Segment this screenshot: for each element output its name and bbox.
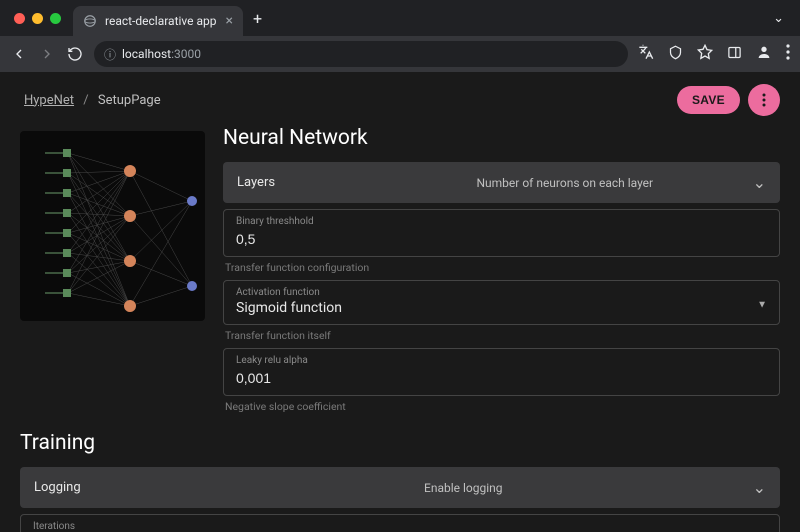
transfer-itself-helper: Transfer function itself <box>225 329 780 342</box>
page-content: HypeNet / SetupPage SAVE <box>0 72 800 532</box>
activation-function-value: Sigmoid function <box>236 300 767 316</box>
breadcrumb-current: SetupPage <box>98 93 161 108</box>
window-minimize-icon[interactable] <box>32 13 43 24</box>
activation-function-field[interactable]: Activation function Sigmoid function ▼ <box>223 280 780 325</box>
site-info-icon[interactable]: ⓘ <box>104 46 116 63</box>
window-traffic-lights <box>14 13 61 24</box>
chrome-menu-icon[interactable] <box>786 44 790 64</box>
neural-network-diagram <box>20 131 205 321</box>
new-tab-button[interactable]: + <box>253 9 262 28</box>
logging-panel-header[interactable]: Logging Enable logging ⌄ <box>20 467 780 508</box>
tab-title: react-declarative app <box>105 14 218 28</box>
transfer-config-helper: Transfer function configuration <box>225 261 780 274</box>
breadcrumb-root-link[interactable]: HypeNet <box>24 93 74 108</box>
leaky-alpha-input[interactable] <box>236 370 767 386</box>
nav-forward-icon[interactable] <box>38 45 56 63</box>
url-text: localhost:3000 <box>122 47 201 61</box>
address-bar[interactable]: ⓘ localhost:3000 <box>94 41 628 67</box>
bookmark-icon[interactable] <box>697 44 713 64</box>
tab-favicon-icon <box>83 14 97 28</box>
nn-section-title: Neural Network <box>223 126 780 150</box>
nav-reload-icon[interactable] <box>66 45 84 63</box>
logging-panel-subtitle: Enable logging <box>174 481 753 495</box>
activation-function-label: Activation function <box>236 287 767 298</box>
extensions-icon[interactable] <box>668 45 683 64</box>
logging-panel-title: Logging <box>34 480 174 495</box>
translate-icon[interactable] <box>638 44 654 64</box>
iterations-field[interactable]: Iterations <box>20 514 780 532</box>
chevron-down-icon: ⌄ <box>753 173 766 192</box>
leaky-alpha-field[interactable]: Leaky relu alpha <box>223 348 780 396</box>
page-menu-button[interactable] <box>748 84 780 116</box>
browser-tabbar: react-declarative app × + ⌄ <box>0 0 800 36</box>
leaky-alpha-label: Leaky relu alpha <box>236 355 767 366</box>
iterations-label: Iterations <box>33 521 767 532</box>
kebab-icon <box>762 93 766 107</box>
binary-threshold-label: Binary threshhold <box>236 216 767 227</box>
layers-panel-header[interactable]: Layers Number of neurons on each layer ⌄ <box>223 162 780 203</box>
save-button[interactable]: SAVE <box>677 86 740 114</box>
profile-icon[interactable] <box>756 44 772 64</box>
training-section-title: Training <box>20 431 780 455</box>
browser-toolbar: ⓘ localhost:3000 <box>0 36 800 72</box>
layers-panel-title: Layers <box>237 175 377 190</box>
neg-slope-helper: Negative slope coefficient <box>225 400 780 413</box>
breadcrumb: HypeNet / SetupPage <box>24 93 161 108</box>
layers-panel-subtitle: Number of neurons on each layer <box>377 176 753 190</box>
binary-threshold-input[interactable] <box>236 231 767 247</box>
tab-close-icon[interactable]: × <box>226 13 233 29</box>
window-close-icon[interactable] <box>14 13 25 24</box>
chevron-down-icon: ⌄ <box>753 478 766 497</box>
window-dropdown-icon[interactable]: ⌄ <box>773 11 784 26</box>
nav-back-icon[interactable] <box>10 45 28 63</box>
binary-threshold-field[interactable]: Binary threshhold <box>223 209 780 257</box>
window-maximize-icon[interactable] <box>50 13 61 24</box>
browser-tab[interactable]: react-declarative app × <box>73 6 243 36</box>
side-panel-icon[interactable] <box>727 45 742 64</box>
